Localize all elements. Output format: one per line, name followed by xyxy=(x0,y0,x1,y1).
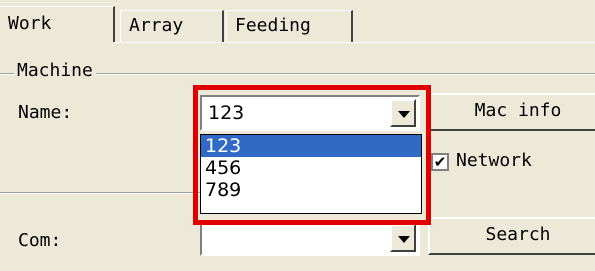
search-button[interactable]: Search xyxy=(428,217,595,255)
com-combobox[interactable] xyxy=(200,220,420,256)
name-dropdown-list[interactable]: 123 456 789 xyxy=(200,134,422,214)
tab-array[interactable]: Array xyxy=(120,10,224,42)
name-combobox[interactable]: 123 xyxy=(200,95,420,131)
tab-feeding[interactable]: Feeding xyxy=(226,10,353,42)
dropdown-option-789[interactable]: 789 xyxy=(201,179,421,201)
com-label: Com: xyxy=(18,230,62,251)
machine-group-label: Machine xyxy=(14,60,96,81)
tab-array-label: Array xyxy=(129,15,184,36)
tab-work[interactable]: Work xyxy=(0,6,115,42)
dropdown-option-123[interactable]: 123 xyxy=(201,135,421,157)
name-combobox-value: 123 xyxy=(208,102,245,124)
com-dropdown-arrow-icon[interactable] xyxy=(390,224,416,252)
section-separator-highlight xyxy=(0,193,200,194)
name-label: Name: xyxy=(18,102,73,123)
tabstrip-divider xyxy=(115,42,595,43)
dropdown-option-456[interactable]: 456 xyxy=(201,157,421,179)
network-checkbox[interactable]: ✔ xyxy=(431,153,449,171)
tab-feeding-label: Feeding xyxy=(235,15,311,36)
tab-work-label: Work xyxy=(8,13,52,34)
network-label: Network xyxy=(456,150,532,171)
dropdown-arrow-icon[interactable] xyxy=(390,99,416,127)
mac-info-button[interactable]: Mac info xyxy=(428,93,595,131)
